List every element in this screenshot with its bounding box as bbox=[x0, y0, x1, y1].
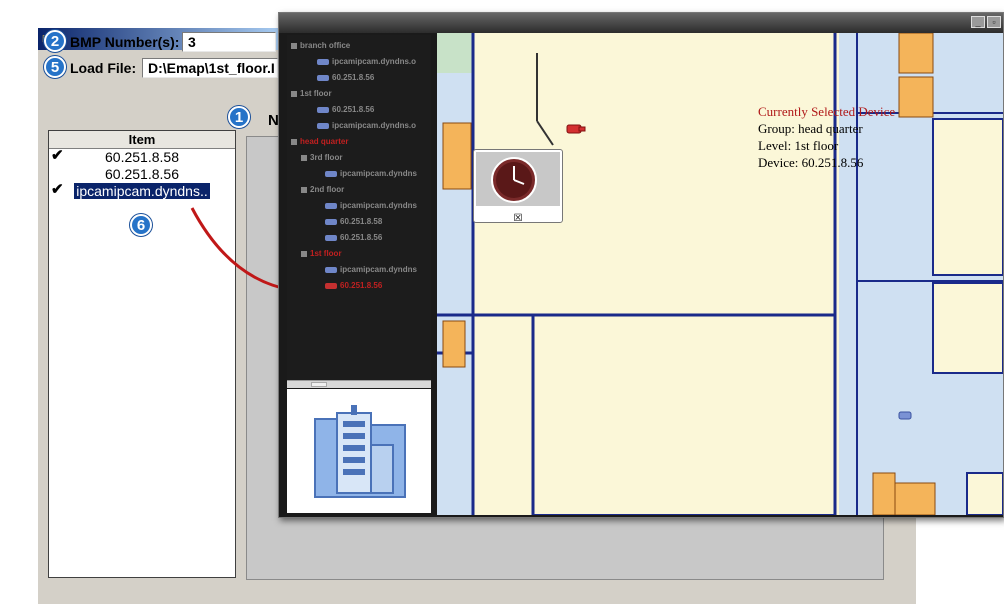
tree-node[interactable]: 2nd floor bbox=[301, 185, 344, 194]
scrollbar-thumb[interactable] bbox=[311, 382, 327, 387]
selected-device-info: Currently Selected Device Group: head qu… bbox=[758, 103, 895, 171]
camera-marker-icon[interactable] bbox=[897, 409, 915, 423]
popup-close-icon[interactable]: ☒ bbox=[474, 213, 562, 225]
tree-horizontal-scrollbar[interactable] bbox=[287, 380, 431, 388]
building-folder-icon bbox=[314, 405, 406, 498]
tree-node[interactable]: ipcamipcam.dyndns bbox=[325, 265, 417, 274]
emap-window: _ ▫ branch office ipcamipcam.dyndns.o 60… bbox=[278, 12, 1004, 518]
tree-node[interactable]: ipcamipcam.dyndns.o bbox=[317, 121, 416, 130]
collapse-icon[interactable] bbox=[301, 186, 307, 193]
tree-node[interactable]: 1st floor bbox=[301, 249, 342, 258]
selected-camera-marker-icon[interactable] bbox=[565, 121, 587, 137]
collapse-icon[interactable] bbox=[291, 42, 297, 49]
live-view-popup[interactable]: ☒ bbox=[473, 149, 563, 225]
tree-node[interactable]: ipcamipcam.dyndns bbox=[325, 201, 417, 210]
device-tree[interactable]: branch office ipcamipcam.dyndns.o 60.251… bbox=[287, 35, 431, 380]
building-thumbnail-pane bbox=[287, 389, 431, 513]
collapse-icon[interactable] bbox=[291, 138, 297, 145]
restore-icon[interactable]: ▫ bbox=[987, 16, 1001, 28]
tree-node-selected[interactable]: 60.251.8.56 bbox=[325, 281, 382, 290]
tree-node[interactable]: ipcamipcam.dyndns bbox=[325, 169, 417, 178]
info-title: Currently Selected Device bbox=[758, 104, 896, 119]
camera-icon bbox=[317, 122, 329, 129]
screenshot-stage: ▣ BMP Number(s): 3 Load File: D:\Emap\1s… bbox=[0, 0, 1004, 604]
collapse-icon[interactable] bbox=[291, 90, 297, 97]
camera-icon bbox=[325, 234, 337, 241]
minimize-icon[interactable]: _ bbox=[971, 16, 985, 28]
tree-node[interactable]: branch office bbox=[291, 41, 350, 50]
tree-node[interactable]: 60.251.8.58 bbox=[325, 217, 382, 226]
tree-node[interactable]: 60.251.8.56 bbox=[317, 105, 374, 114]
collapse-icon[interactable] bbox=[301, 154, 307, 161]
tree-node[interactable]: 3rd floor bbox=[301, 153, 342, 162]
camera-snapshot bbox=[476, 152, 560, 206]
camera-icon bbox=[325, 266, 337, 273]
camera-icon bbox=[325, 282, 337, 289]
camera-icon bbox=[325, 202, 337, 209]
camera-icon bbox=[317, 74, 329, 81]
tree-node[interactable]: 60.251.8.56 bbox=[317, 73, 374, 82]
camera-icon bbox=[317, 58, 329, 65]
camera-icon bbox=[317, 106, 329, 113]
collapse-icon[interactable] bbox=[301, 250, 307, 257]
info-level: Level: 1st floor bbox=[758, 138, 839, 153]
tree-node[interactable]: ipcamipcam.dyndns.o bbox=[317, 57, 416, 66]
camera-icon bbox=[325, 170, 337, 177]
floor-plan-map[interactable]: ☒ Currently Selected Device Group: head … bbox=[437, 33, 1003, 515]
emap-titlebar[interactable]: _ ▫ bbox=[279, 13, 1003, 33]
tree-node[interactable]: 1st floor bbox=[291, 89, 332, 98]
tree-node[interactable]: 60.251.8.56 bbox=[325, 233, 382, 242]
camera-icon bbox=[325, 218, 337, 225]
tree-node[interactable]: head quarter bbox=[291, 137, 348, 146]
info-group: Group: head quarter bbox=[758, 121, 863, 136]
info-device: Device: 60.251.8.56 bbox=[758, 155, 864, 170]
window-controls: _ ▫ bbox=[971, 16, 1001, 28]
floor-plan-drawing bbox=[437, 33, 1003, 515]
